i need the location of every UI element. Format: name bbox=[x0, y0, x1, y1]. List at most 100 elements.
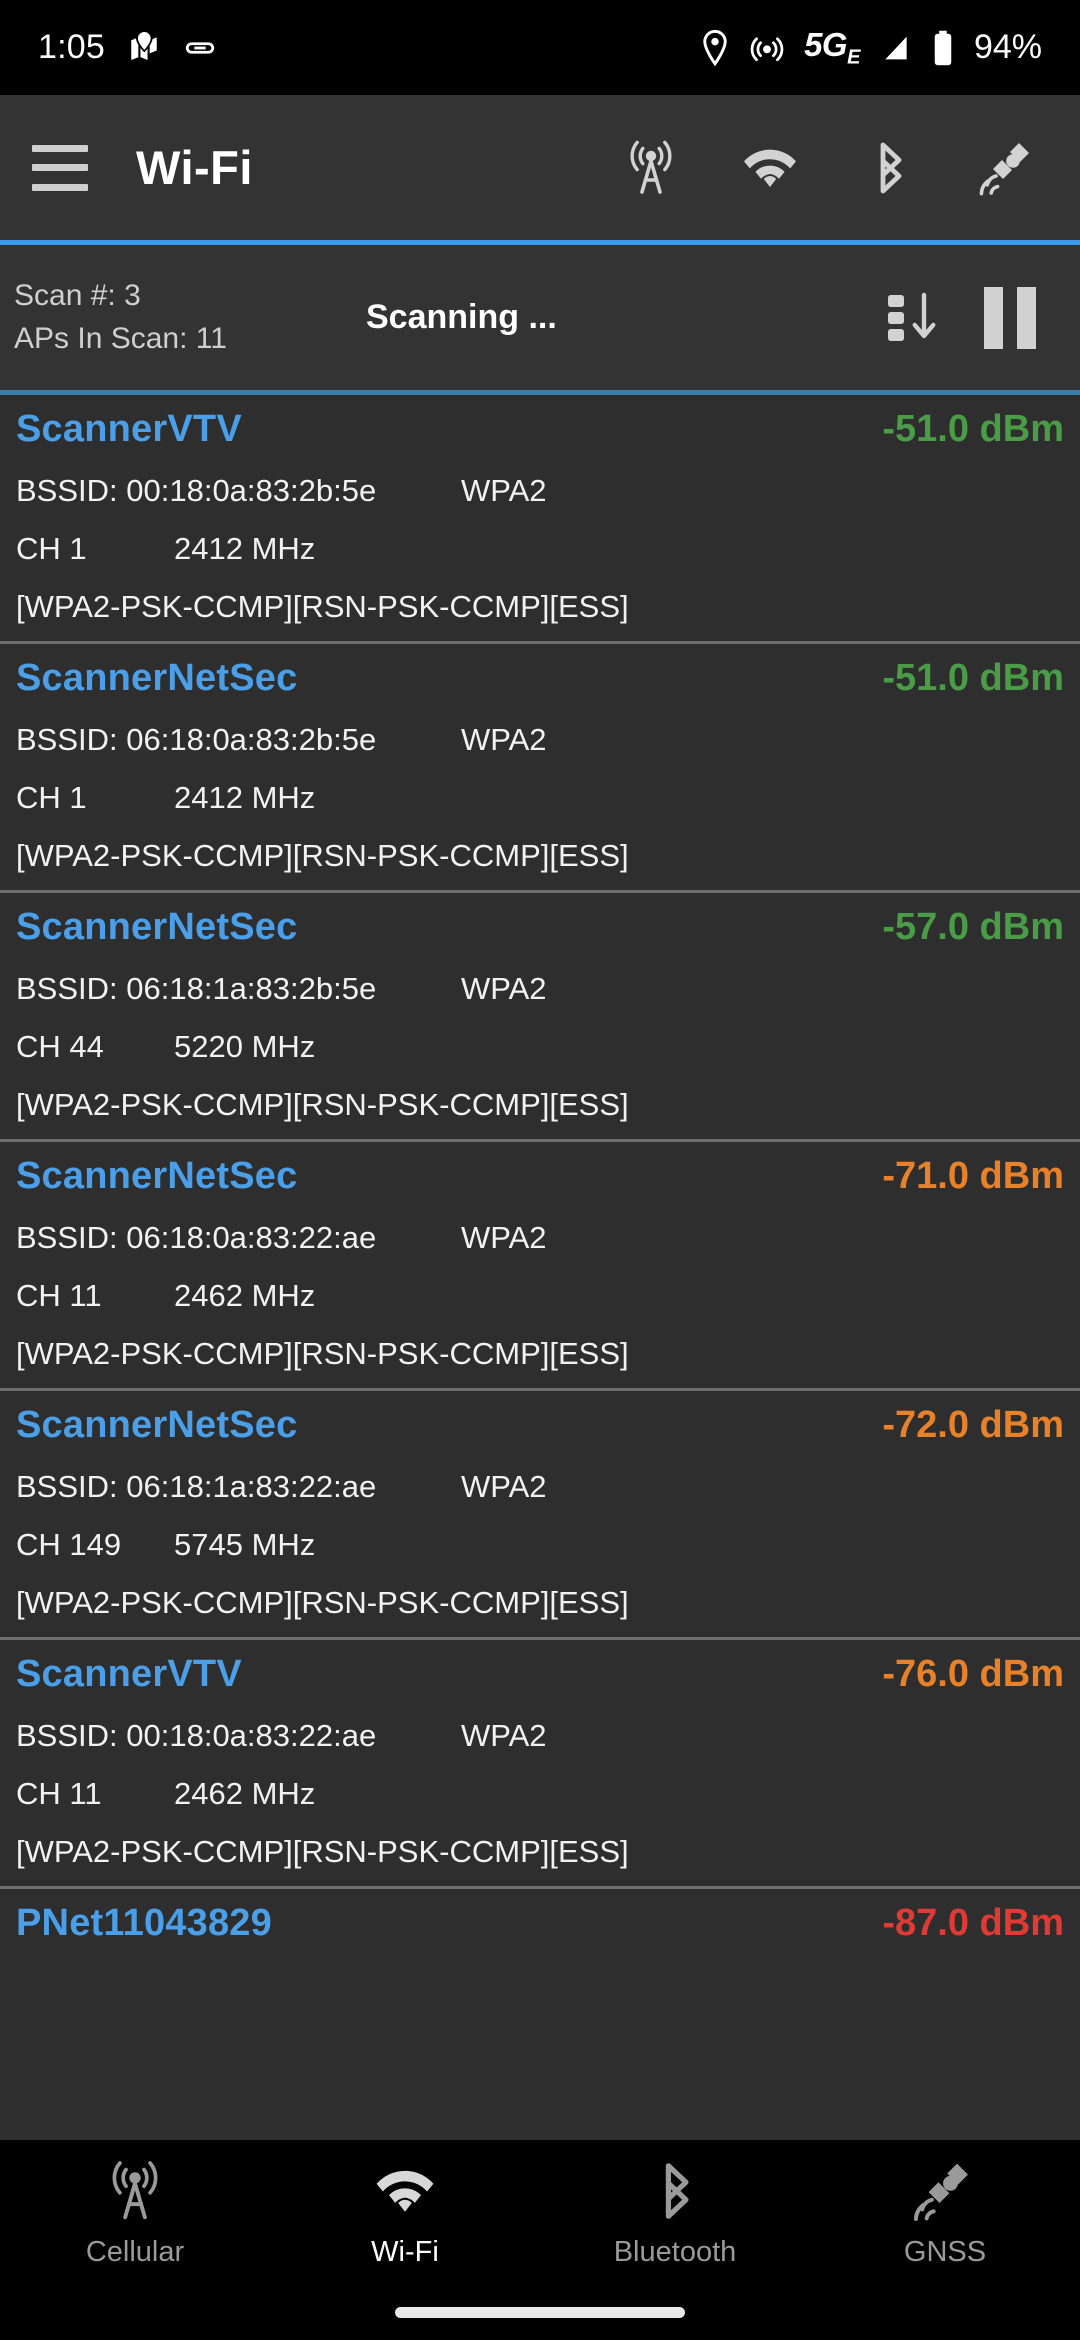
network-type-label: 5GE bbox=[804, 25, 860, 69]
ap-header: ScannerNetSec -57.0 dBm bbox=[16, 906, 1064, 949]
satellite-icon bbox=[910, 2156, 980, 2226]
status-bar-left: 1:05 bbox=[38, 28, 217, 67]
ap-header: PNet11043829 -87.0 dBm bbox=[16, 1902, 1064, 1945]
system-status-bar: 1:05 5GE 94% bbox=[0, 0, 1080, 95]
link-icon bbox=[183, 31, 217, 65]
app-toolbar: Wi-Fi bbox=[0, 95, 1080, 245]
ap-frequency: 2462 MHz bbox=[174, 1278, 316, 1313]
gesture-home-bar[interactable] bbox=[395, 2307, 685, 2318]
pause-scan-button[interactable] bbox=[984, 286, 1036, 349]
scan-counters: Scan #: 3 APs In Scan: 11 bbox=[14, 275, 344, 360]
aps-in-scan: APs In Scan: 11 bbox=[14, 321, 227, 355]
ap-bssid: BSSID: 00:18:0a:83:22:ae bbox=[16, 1718, 377, 1753]
ap-ssid: ScannerNetSec bbox=[16, 1155, 298, 1197]
status-bar-right: 5GE 94% bbox=[700, 26, 1042, 70]
ap-security: WPA2 bbox=[461, 971, 547, 1006]
ap-capabilities: [WPA2-PSK-CCMP][RSN-PSK-CCMP][ESS] bbox=[16, 1336, 629, 1371]
ap-bssid-row: BSSID: 06:18:0a:83:2b:5e WPA2 bbox=[16, 722, 1064, 758]
ap-ssid: ScannerVTV bbox=[16, 1653, 242, 1695]
ap-security: WPA2 bbox=[461, 722, 547, 757]
access-point-list[interactable]: ScannerVTV -51.0 dBm BSSID: 00:18:0a:83:2b… bbox=[0, 395, 1080, 2160]
signal-icon bbox=[880, 32, 912, 64]
access-point-row[interactable]: ScannerNetSec -51.0 dBm BSSID: 06:18:0a:83… bbox=[0, 644, 1080, 893]
ap-header: ScannerVTV -51.0 dBm bbox=[16, 408, 1064, 451]
battery-icon bbox=[932, 30, 954, 66]
ap-ssid: ScannerVTV bbox=[16, 408, 242, 450]
ap-capabilities: [WPA2-PSK-CCMP][RSN-PSK-CCMP][ESS] bbox=[16, 838, 629, 873]
nav-item-bluetooth[interactable]: Bluetooth bbox=[540, 2156, 810, 2269]
ap-channel-row: CH 11 2462 MHz bbox=[16, 1776, 1064, 1812]
ap-frequency: 2462 MHz bbox=[174, 1776, 316, 1811]
ap-ssid: ScannerNetSec bbox=[16, 906, 298, 948]
ap-channel-row: CH 1 2412 MHz bbox=[16, 531, 1064, 567]
ap-frequency: 5220 MHz bbox=[174, 1029, 316, 1064]
wifi-icon[interactable] bbox=[738, 136, 802, 200]
ap-channel: CH 1 bbox=[16, 531, 87, 566]
cell-tower-icon[interactable] bbox=[619, 136, 683, 200]
ap-channel-row: CH 1 2412 MHz bbox=[16, 780, 1064, 816]
nav-item-cellular[interactable]: Cellular bbox=[0, 2156, 270, 2269]
satellite-icon[interactable] bbox=[976, 136, 1040, 200]
access-point-row[interactable]: ScannerVTV -76.0 dBm BSSID: 00:18:0a:83:22… bbox=[0, 1640, 1080, 1889]
nav-label: Cellular bbox=[85, 2236, 185, 2268]
location-pin-icon bbox=[700, 29, 730, 66]
ap-signal-level: -51.0 dBm bbox=[882, 657, 1064, 699]
map-icon bbox=[127, 29, 161, 67]
ap-bssid-row: BSSID: 00:18:0a:83:2b:5e WPA2 bbox=[16, 473, 1064, 509]
ap-ssid: PNet11043829 bbox=[16, 1902, 272, 1944]
scan-status-bar: Scan #: 3 APs In Scan: 11 Scanning ... bbox=[0, 245, 1080, 395]
scan-state-label: Scanning ... bbox=[366, 298, 557, 336]
nav-item-wifi[interactable]: Wi-Fi bbox=[270, 2156, 540, 2269]
hamburger-menu-icon[interactable] bbox=[32, 144, 88, 191]
ap-channel: CH 1 bbox=[16, 780, 87, 815]
ap-bssid: BSSID: 06:18:1a:83:2b:5e bbox=[16, 971, 377, 1006]
ap-bssid: BSSID: 06:18:1a:83:22:ae bbox=[16, 1469, 377, 1504]
access-point-row[interactable]: ScannerVTV -51.0 dBm BSSID: 00:18:0a:83:2b… bbox=[0, 395, 1080, 644]
page-title: Wi-Fi bbox=[136, 141, 253, 194]
ap-ssid: ScannerNetSec bbox=[16, 657, 298, 699]
scan-action-buttons bbox=[884, 286, 1064, 349]
ap-channel: CH 11 bbox=[16, 1278, 102, 1313]
ap-security: WPA2 bbox=[461, 1469, 547, 1504]
clock: 1:05 bbox=[38, 28, 105, 66]
ap-channel-row: CH 11 2462 MHz bbox=[16, 1278, 1064, 1314]
ap-frequency: 2412 MHz bbox=[174, 780, 316, 815]
access-point-row[interactable]: ScannerNetSec -57.0 dBm BSSID: 06:18:1a:83… bbox=[0, 893, 1080, 1142]
ap-capabilities: [WPA2-PSK-CCMP][RSN-PSK-CCMP][ESS] bbox=[16, 1834, 629, 1869]
ap-bssid-row: BSSID: 06:18:1a:83:2b:5e WPA2 bbox=[16, 971, 1064, 1007]
nav-label: Wi-Fi bbox=[371, 2236, 439, 2268]
ap-signal-level: -71.0 dBm bbox=[882, 1155, 1064, 1197]
bluetooth-icon bbox=[640, 2156, 710, 2226]
ap-security: WPA2 bbox=[461, 473, 547, 508]
ap-channel: CH 44 bbox=[16, 1029, 104, 1064]
access-point-row[interactable]: ScannerNetSec -72.0 dBm BSSID: 06:18:1a:83… bbox=[0, 1391, 1080, 1640]
ap-capabilities: [WPA2-PSK-CCMP][RSN-PSK-CCMP][ESS] bbox=[16, 589, 629, 624]
ap-security: WPA2 bbox=[461, 1718, 547, 1753]
ap-header: ScannerNetSec -71.0 dBm bbox=[16, 1155, 1064, 1198]
sort-descending-icon[interactable] bbox=[884, 289, 944, 347]
phone-screen: 1:05 5GE 94% Wi-Fi Scan #: 3 APs In Scan… bbox=[0, 0, 1080, 2340]
ap-bssid: BSSID: 06:18:0a:83:22:ae bbox=[16, 1220, 377, 1255]
ap-signal-level: -76.0 dBm bbox=[882, 1653, 1064, 1695]
access-point-row[interactable]: ScannerNetSec -71.0 dBm BSSID: 06:18:0a:83… bbox=[0, 1142, 1080, 1391]
battery-percent: 94% bbox=[973, 28, 1042, 66]
nav-label: GNSS bbox=[903, 2236, 987, 2268]
ap-signal-level: -57.0 dBm bbox=[882, 906, 1064, 948]
bluetooth-icon[interactable] bbox=[857, 136, 921, 200]
ap-channel-row: CH 44 5220 MHz bbox=[16, 1029, 1064, 1065]
ap-capabilities: [WPA2-PSK-CCMP][RSN-PSK-CCMP][ESS] bbox=[16, 1087, 629, 1122]
ap-channel: CH 149 bbox=[16, 1527, 122, 1562]
nav-item-gnss[interactable]: GNSS bbox=[810, 2156, 1080, 2269]
ap-signal-level: -87.0 dBm bbox=[882, 1902, 1064, 1944]
ap-bssid: BSSID: 00:18:0a:83:2b:5e bbox=[16, 473, 377, 508]
ap-bssid: BSSID: 06:18:0a:83:2b:5e bbox=[16, 722, 377, 757]
ap-header: ScannerNetSec -72.0 dBm bbox=[16, 1404, 1064, 1447]
ap-bssid-row: BSSID: 06:18:1a:83:22:ae WPA2 bbox=[16, 1469, 1064, 1505]
access-point-row[interactable]: PNet11043829 -87.0 dBm bbox=[0, 1889, 1080, 1945]
ap-bssid-row: BSSID: 06:18:0a:83:22:ae WPA2 bbox=[16, 1220, 1064, 1256]
toolbar-actions bbox=[619, 136, 1048, 200]
bottom-navigation-bar: Cellular Wi-Fi Bluetooth GNSS bbox=[0, 2140, 1080, 2340]
ap-frequency: 5745 MHz bbox=[174, 1527, 316, 1562]
ap-frequency: 2412 MHz bbox=[174, 531, 316, 566]
ap-security: WPA2 bbox=[461, 1220, 547, 1255]
